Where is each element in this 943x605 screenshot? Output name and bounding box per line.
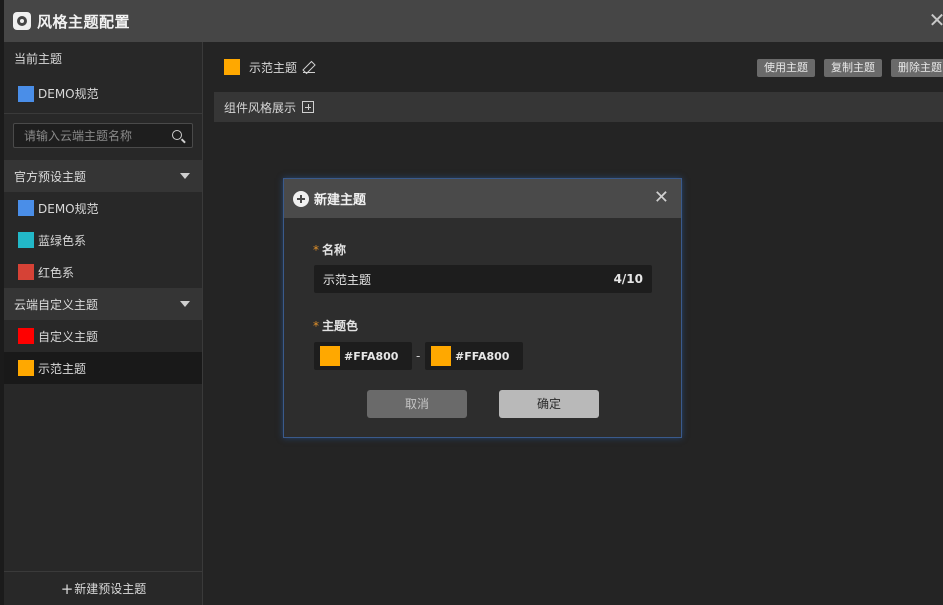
name-label-text: 名称 <box>322 243 347 257</box>
window-title: 风格主题配置 <box>37 12 131 31</box>
theme-color-swatch <box>224 59 240 75</box>
group-label: 云端自定义主题 <box>14 297 99 312</box>
new-preset-label: 新建预设主题 <box>74 582 147 596</box>
group-cloud-custom[interactable]: 云端自定义主题 <box>4 288 202 320</box>
name-field[interactable]: 4/10 <box>314 265 652 293</box>
search-wrap <box>4 114 202 160</box>
name-input[interactable] <box>323 272 614 286</box>
color-field-label: * 主题色 <box>313 317 358 334</box>
dialog-header: 新建主题 ✕ <box>284 179 681 218</box>
new-theme-dialog: 新建主题 ✕ *名称 4/10 *主题色 #FFA800 - #FFA800 取… <box>283 178 682 438</box>
new-preset-button[interactable]: + 新建预设主题 <box>4 571 203 605</box>
color-end-picker[interactable]: #FFA800 <box>425 342 523 370</box>
plus-circle-icon <box>293 190 309 207</box>
color-swatch <box>18 328 34 344</box>
edit-icon[interactable] <box>303 61 316 73</box>
section-title: 组件风格展示 <box>224 100 297 115</box>
use-theme-button[interactable]: 使用主题 <box>757 59 815 77</box>
color-end-value: #FFA800 <box>455 349 510 363</box>
color-swatch <box>431 346 451 366</box>
caret-down-icon[interactable] <box>180 301 190 307</box>
dialog-title: 新建主题 <box>314 193 367 208</box>
color-start-picker[interactable]: #FFA800 <box>314 342 412 370</box>
sidebar-item-demo-theme[interactable]: 示范主题 <box>4 352 202 384</box>
sidebar-item-label: DEMO规范 <box>38 201 99 216</box>
copy-theme-button[interactable]: 复制主题 <box>824 59 882 77</box>
window-close-icon[interactable]: ✕ <box>927 9 943 31</box>
plus-icon: + <box>60 579 74 598</box>
current-theme-name: DEMO规范 <box>38 87 99 101</box>
add-component-icon[interactable] <box>302 101 315 113</box>
sidebar: 当前主题 DEMO规范 官方预设主题 DEMO规范 蓝绿色系 红色系 <box>4 42 203 605</box>
group-official-presets[interactable]: 官方预设主题 <box>4 160 202 192</box>
color-swatch <box>320 346 340 366</box>
app-logo-icon <box>13 12 31 30</box>
color-start-value: #FFA800 <box>344 349 399 363</box>
current-theme-label: 当前主题 <box>14 52 63 66</box>
component-style-section: 组件风格展示 <box>214 92 943 122</box>
search-input[interactable] <box>24 128 164 143</box>
dialog-close-icon[interactable]: ✕ <box>654 188 669 208</box>
cancel-button[interactable]: 取消 <box>367 390 467 418</box>
theme-header: 示范主题 使用主题 复制主题 删除主题 <box>204 42 943 92</box>
sidebar-item-red[interactable]: 红色系 <box>4 256 202 288</box>
search-icon[interactable] <box>172 130 182 140</box>
color-swatch <box>18 200 34 216</box>
color-swatch <box>18 232 34 248</box>
name-char-count: 4/10 <box>613 272 643 286</box>
search-box[interactable] <box>13 123 193 148</box>
theme-name: 示范主题 <box>249 60 298 75</box>
sidebar-item-teal[interactable]: 蓝绿色系 <box>4 224 202 256</box>
confirm-button[interactable]: 确定 <box>499 390 599 418</box>
color-swatch <box>18 85 34 102</box>
sidebar-item-label: 示范主题 <box>38 361 87 376</box>
required-mark: * <box>313 243 319 257</box>
sidebar-item-label: 自定义主题 <box>38 329 99 344</box>
color-swatch <box>18 360 34 376</box>
sidebar-item-custom[interactable]: 自定义主题 <box>4 320 202 352</box>
sidebar-item-label: 红色系 <box>38 265 75 280</box>
color-range-separator: - <box>416 349 421 363</box>
current-theme-item: DEMO规范 <box>4 76 202 114</box>
color-label-text: 主题色 <box>322 319 359 333</box>
sidebar-item-demo[interactable]: DEMO规范 <box>4 192 202 224</box>
sidebar-item-label: 蓝绿色系 <box>38 233 87 248</box>
caret-down-icon[interactable] <box>180 173 190 179</box>
theme-actions: 使用主题 复制主题 删除主题 <box>757 59 943 77</box>
required-mark: * <box>313 319 319 333</box>
color-swatch <box>18 264 34 280</box>
group-label: 官方预设主题 <box>14 169 87 184</box>
title-bar: 风格主题配置 ✕ <box>4 0 943 42</box>
delete-theme-button[interactable]: 删除主题 <box>891 59 943 77</box>
name-field-label: * 名称 <box>313 241 346 258</box>
